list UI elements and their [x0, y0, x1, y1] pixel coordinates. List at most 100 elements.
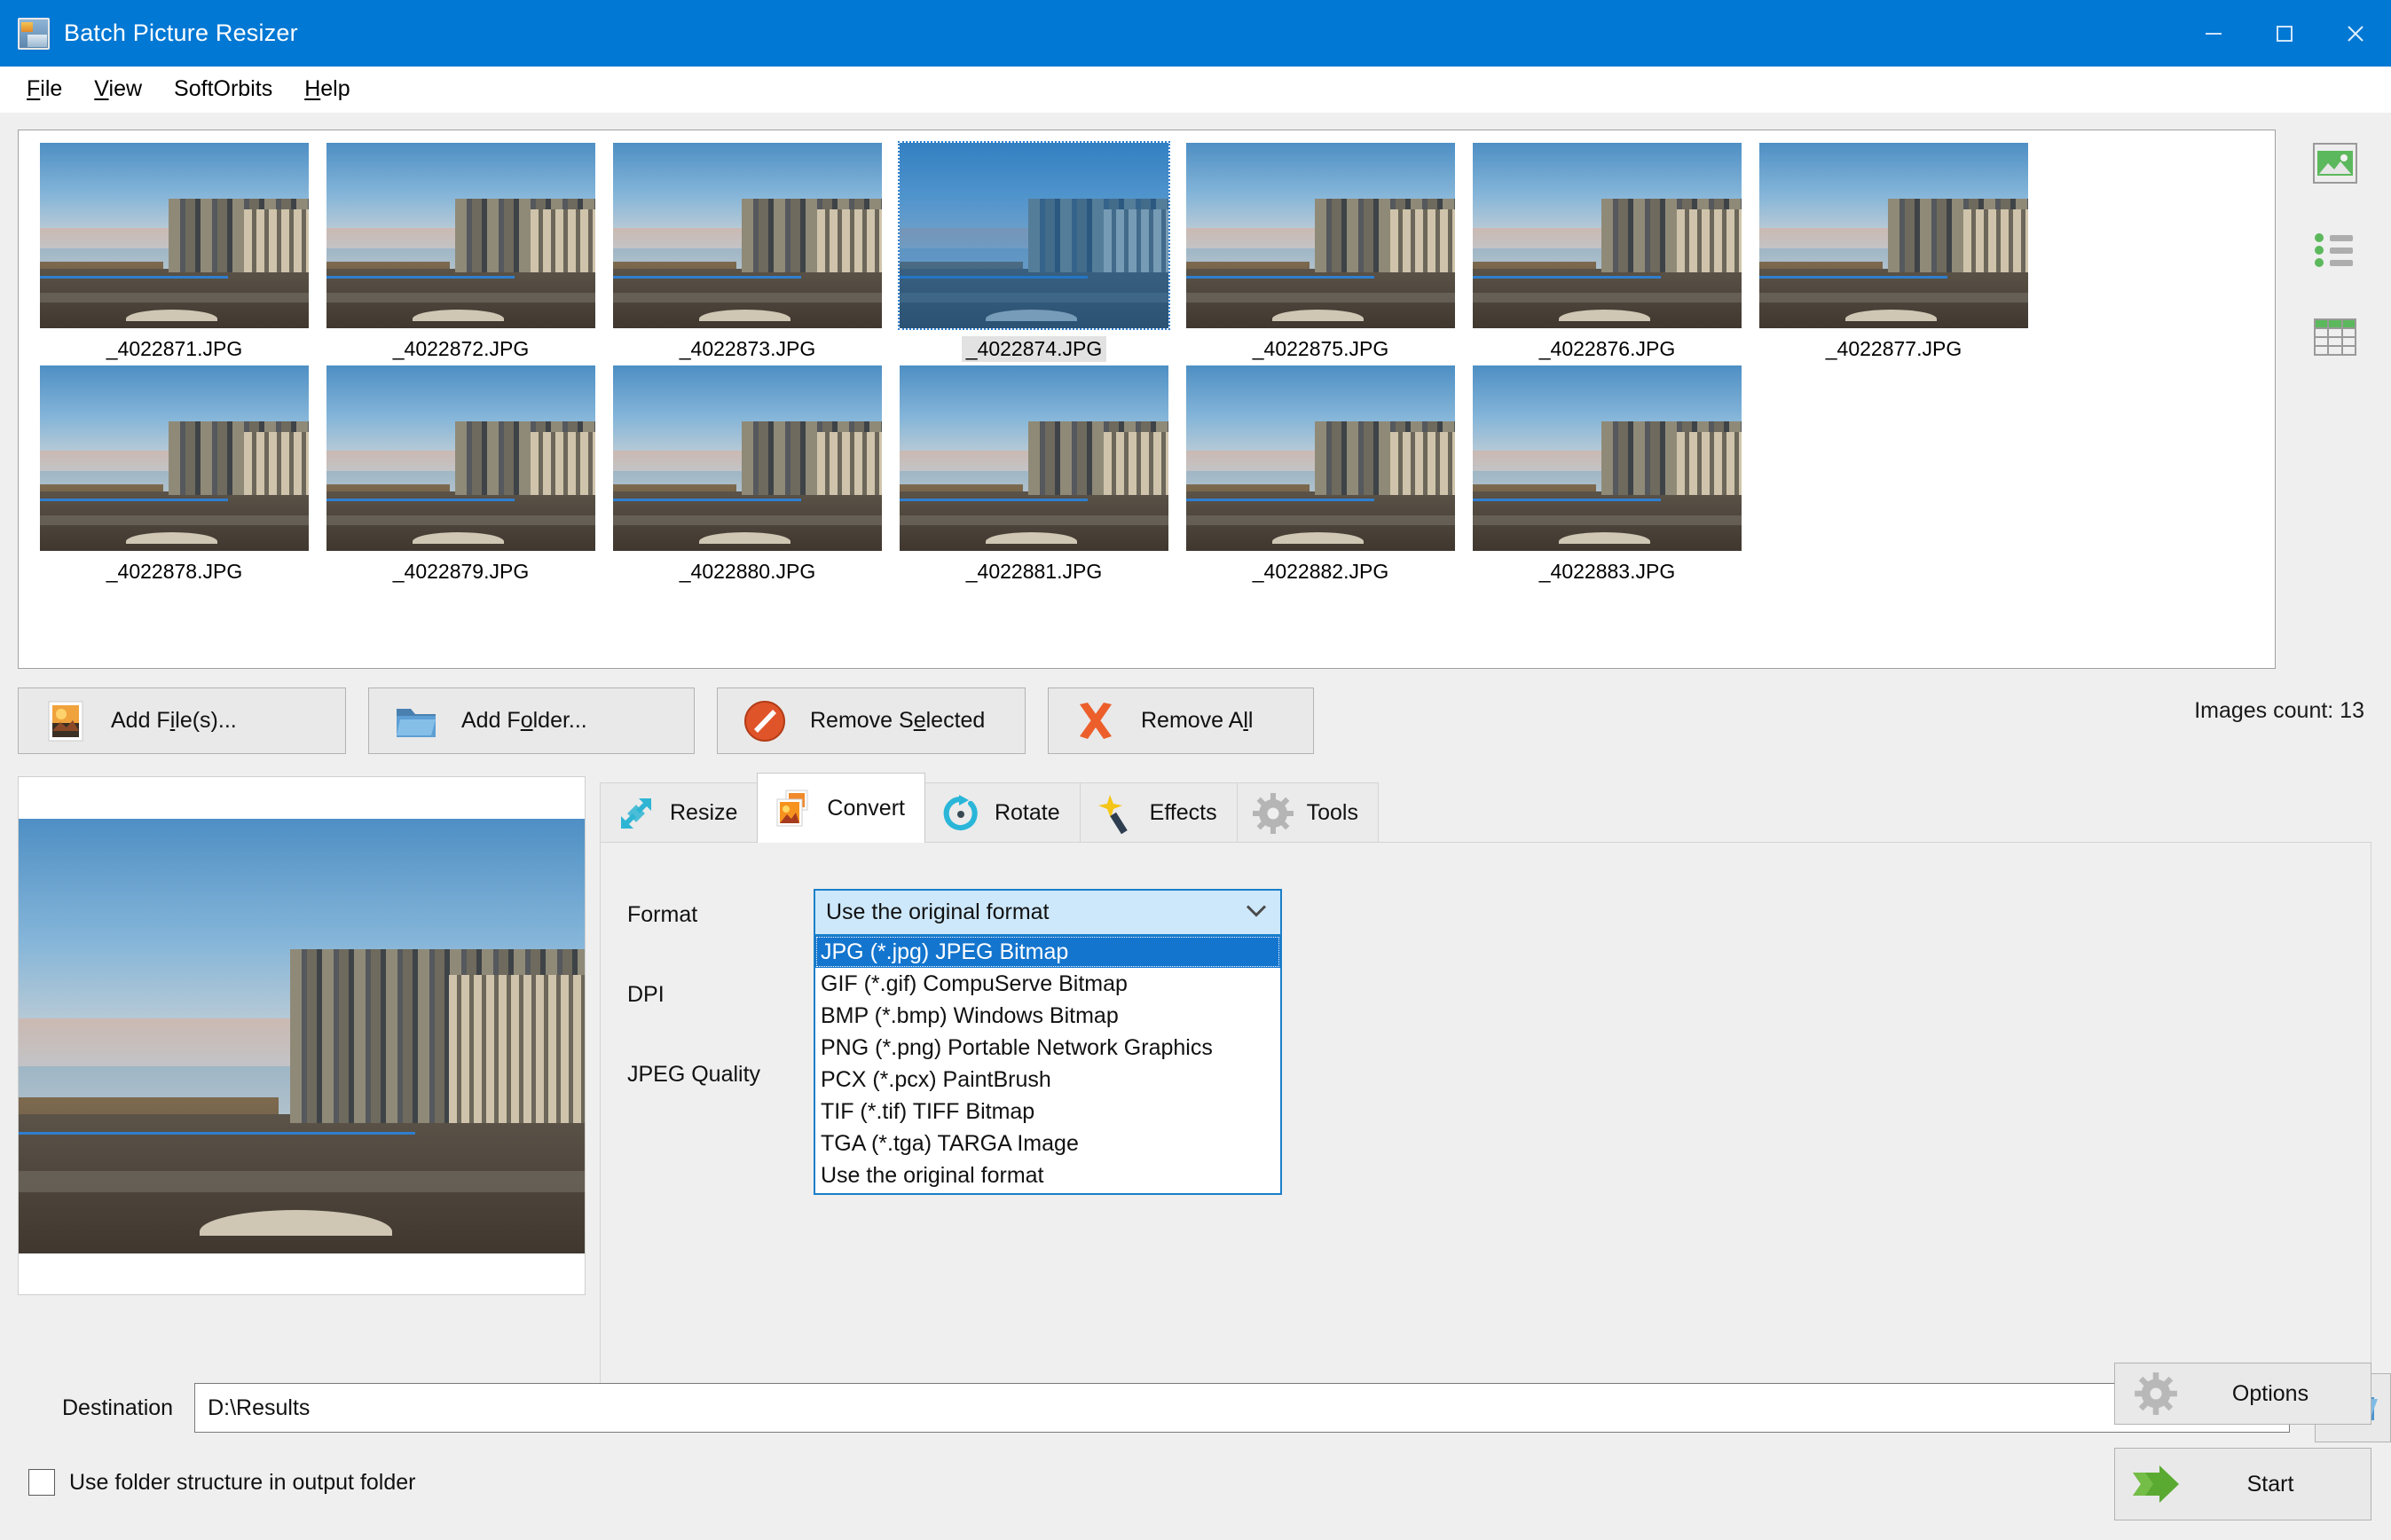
remove-selected-button[interactable]: Remove Selected: [717, 688, 1026, 754]
minimize-icon[interactable]: [2178, 0, 2249, 67]
thumbnail-image[interactable]: [326, 365, 595, 551]
format-option[interactable]: TGA (*.tga) TARGA Image: [815, 1128, 1280, 1159]
file-actions-toolbar: Add File(s)... Add Folder... Remove Sele…: [18, 688, 1314, 754]
format-combobox-field[interactable]: Use the original format: [814, 889, 1282, 936]
thumbnail-image[interactable]: [40, 365, 309, 551]
thumbnail-image[interactable]: [1473, 143, 1742, 328]
thumbnail-item[interactable]: _4022882.JPG: [1182, 365, 1459, 585]
thumbnail-image[interactable]: [1186, 143, 1455, 328]
add-folder-button[interactable]: Add Folder...: [368, 688, 695, 754]
no-entry-icon: [743, 699, 787, 743]
thumbnail-item[interactable]: _4022883.JPG: [1468, 365, 1746, 585]
options-button[interactable]: Options: [2114, 1363, 2371, 1425]
tab-tools-label: Tools: [1306, 800, 1358, 825]
convert-tab-panel: Format DPI JPEG Quality Use the original…: [600, 842, 2371, 1390]
thumbnail-image[interactable]: [326, 143, 595, 328]
tab-convert[interactable]: Convert: [757, 773, 925, 843]
add-files-button[interactable]: Add File(s)...: [18, 688, 346, 754]
remove-selected-label: Remove Selected: [810, 708, 986, 733]
thumbnail-image[interactable]: [900, 365, 1168, 551]
list-view-icon[interactable]: [2301, 216, 2369, 284]
use-folder-structure-row[interactable]: Use folder structure in output folder: [28, 1469, 415, 1496]
thumbnail-filename: _4022883.JPG: [1538, 560, 1676, 583]
thumbnail-item[interactable]: _4022874.JPG: [895, 141, 1173, 362]
thumbnail-filename: _4022873.JPG: [679, 337, 816, 360]
dpi-label: DPI: [627, 982, 665, 1007]
thumbnail-filename: _4022878.JPG: [106, 560, 243, 583]
format-option[interactable]: TIF (*.tif) TIFF Bitmap: [815, 1096, 1280, 1128]
thumbnail-grid: _4022871.JPG _4022872.JPG _4022873.JPG _402…: [31, 141, 2275, 588]
thumbnail-image[interactable]: [613, 365, 882, 551]
format-dropdown-list[interactable]: JPG (*.jpg) JPEG Bitmap GIF (*.gif) Compu…: [814, 936, 1282, 1195]
thumbnail-filename: _4022874.JPG: [961, 336, 1107, 362]
resize-arrows-icon: [615, 792, 657, 835]
preview-image: [19, 819, 585, 1253]
tab-effects[interactable]: Effects: [1079, 782, 1238, 843]
add-files-label: Add File(s)...: [111, 708, 237, 733]
thumbnail-filename: _4022877.JPG: [1825, 337, 1962, 360]
maximize-icon[interactable]: [2249, 0, 2320, 67]
rotate-circular-arrow-icon: [940, 792, 982, 835]
app-body: _4022871.JPG _4022872.JPG _4022873.JPG _402…: [0, 113, 2391, 1540]
menu-item-softorbits[interactable]: SoftOrbits: [158, 73, 288, 106]
destination-input[interactable]: D:\Results: [194, 1383, 2290, 1433]
thumbnail-item[interactable]: _4022873.JPG: [609, 143, 886, 362]
format-option[interactable]: PNG (*.png) Portable Network Graphics: [815, 1032, 1280, 1064]
options-label: Options: [2231, 1380, 2309, 1406]
thumbnail-item[interactable]: _4022880.JPG: [609, 365, 886, 585]
menu-file-label: F: [27, 76, 41, 101]
format-option[interactable]: BMP (*.bmp) Windows Bitmap: [815, 1000, 1280, 1032]
tab-strip: Resize Convert Rotate Effects Tools: [600, 773, 2371, 843]
thumbnail-item[interactable]: _4022876.JPG: [1468, 143, 1746, 362]
tab-resize[interactable]: Resize: [600, 782, 759, 843]
thumbnail-image[interactable]: [1473, 365, 1742, 551]
view-mode-toolbar: [2291, 130, 2379, 371]
format-combobox[interactable]: Use the original format JPG (*.jpg) JPEG…: [814, 889, 1282, 1195]
tab-rotate[interactable]: Rotate: [924, 782, 1081, 843]
details-view-icon[interactable]: [2301, 303, 2369, 371]
format-option[interactable]: PCX (*.pcx) PaintBrush: [815, 1064, 1280, 1096]
remove-all-button[interactable]: Remove All: [1048, 688, 1314, 754]
format-selected-value: Use the original format: [826, 900, 1050, 924]
tab-rotate-label: Rotate: [994, 800, 1060, 825]
close-icon[interactable]: [2320, 0, 2391, 67]
thumbnail-view-icon[interactable]: [2301, 130, 2369, 197]
start-label: Start: [2246, 1471, 2294, 1497]
thumbnail-item[interactable]: _4022875.JPG: [1182, 143, 1459, 362]
format-option[interactable]: Use the original format: [815, 1159, 1280, 1191]
menu-item-help[interactable]: Help: [288, 73, 366, 106]
destination-value: D:\Results: [208, 1395, 311, 1420]
thumbnail-image[interactable]: [40, 143, 309, 328]
tab-tools[interactable]: Tools: [1236, 782, 1379, 843]
x-cross-icon: [1074, 699, 1118, 743]
thumbnail-browser[interactable]: _4022871.JPG _4022872.JPG _4022873.JPG _402…: [18, 130, 2276, 669]
menu-item-file[interactable]: File: [11, 73, 78, 106]
thumbnail-item[interactable]: _4022872.JPG: [322, 143, 600, 362]
gear-icon: [1252, 792, 1294, 835]
thumbnail-item[interactable]: _4022881.JPG: [895, 365, 1173, 585]
title-bar: Batch Picture Resizer: [0, 0, 2391, 67]
start-button[interactable]: Start: [2114, 1448, 2371, 1520]
menu-view-rest: iew: [108, 76, 143, 101]
thumbnail-image[interactable]: [1759, 143, 2028, 328]
format-option[interactable]: GIF (*.gif) CompuServe Bitmap: [815, 968, 1280, 1000]
tab-resize-label: Resize: [670, 800, 738, 825]
green-arrow-icon: [2128, 1459, 2184, 1509]
menu-item-view[interactable]: View: [78, 73, 158, 106]
thumbnail-image[interactable]: [1186, 365, 1455, 551]
thumbnail-item[interactable]: _4022878.JPG: [35, 365, 313, 585]
use-folder-structure-checkbox[interactable]: [28, 1469, 55, 1496]
thumbnail-image[interactable]: [898, 141, 1170, 330]
thumbnail-item[interactable]: _4022871.JPG: [35, 143, 313, 362]
thumbnail-filename: _4022881.JPG: [965, 560, 1103, 583]
chevron-down-icon[interactable]: [1245, 903, 1268, 922]
thumbnail-filename: _4022876.JPG: [1538, 337, 1676, 360]
window-controls: [2178, 0, 2391, 67]
menu-bar: File View SoftOrbits Help: [0, 67, 2391, 113]
thumbnail-image[interactable]: [613, 143, 882, 328]
format-option[interactable]: JPG (*.jpg) JPEG Bitmap: [815, 936, 1280, 968]
destination-label: Destination: [62, 1395, 174, 1420]
thumbnail-item[interactable]: _4022879.JPG: [322, 365, 600, 585]
settings-tabs: Resize Convert Rotate Effects Tools Form…: [600, 773, 2371, 1391]
thumbnail-item[interactable]: _4022877.JPG: [1755, 143, 2033, 362]
